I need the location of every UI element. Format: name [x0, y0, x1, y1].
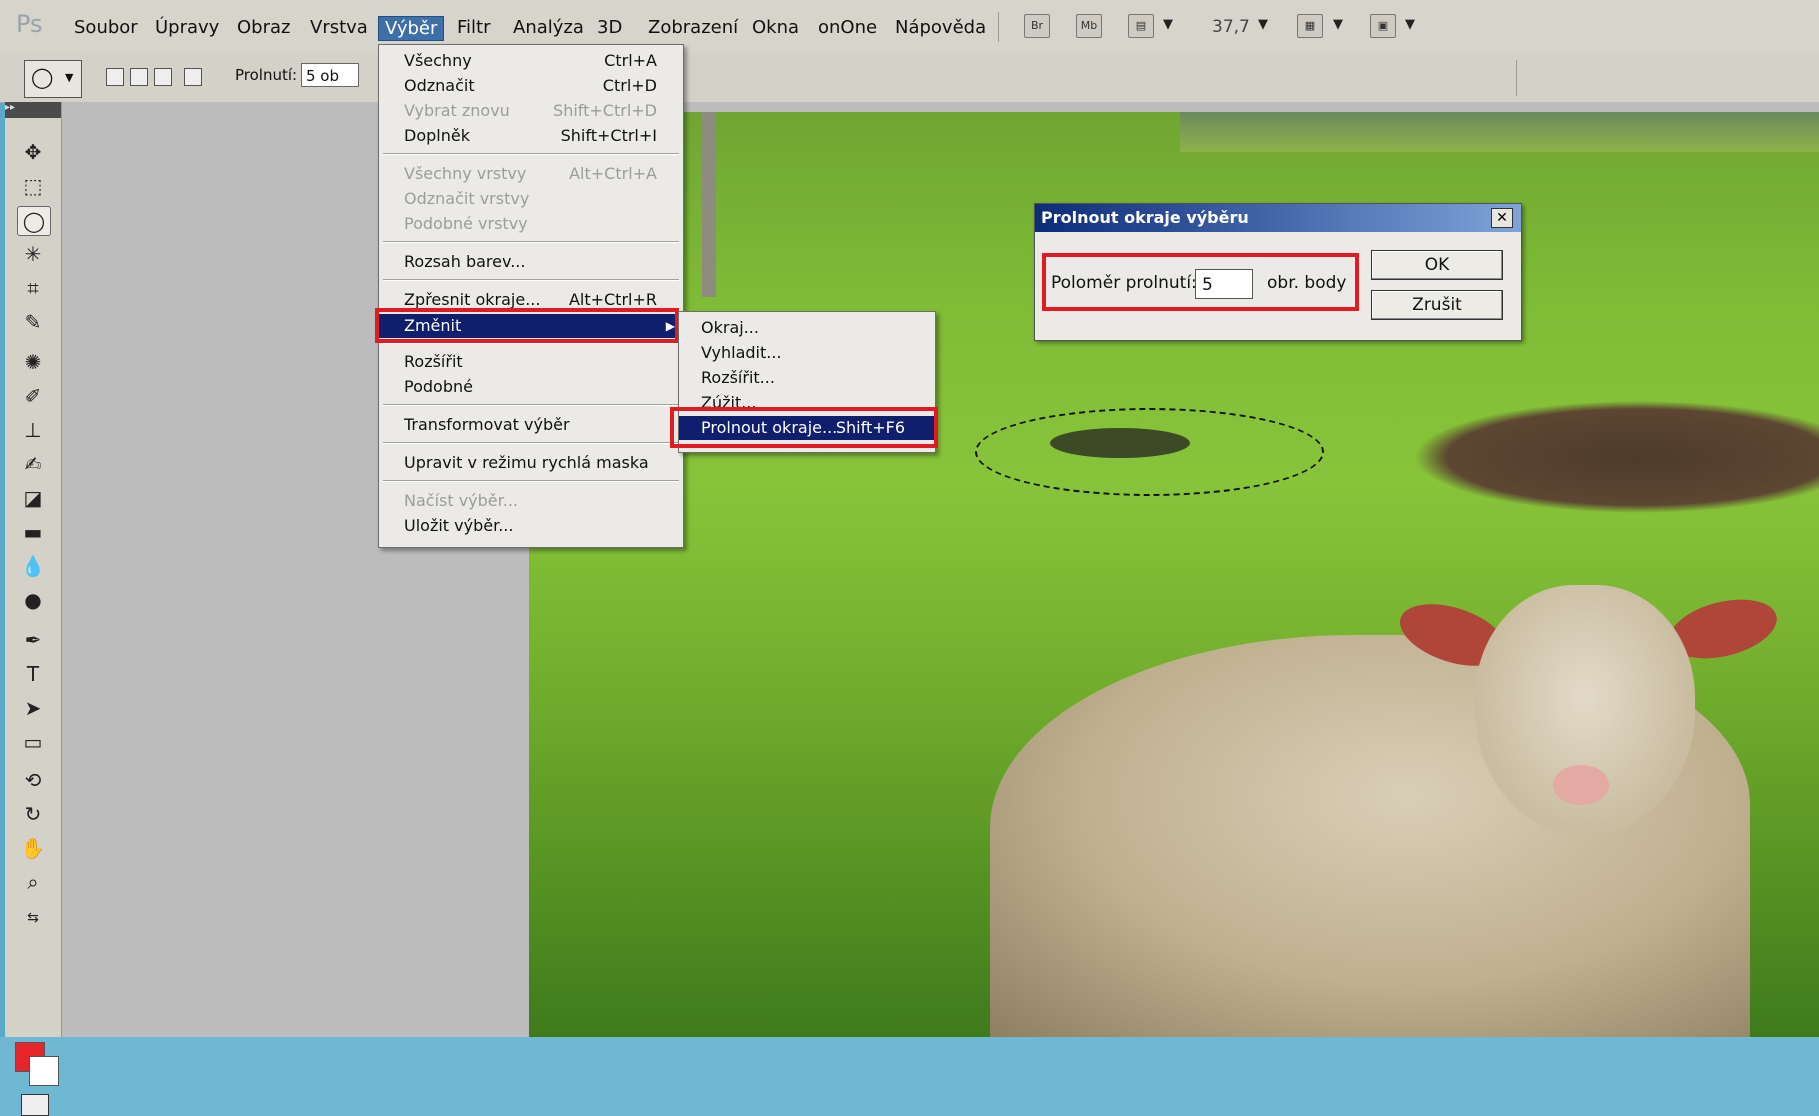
- type-tool-icon[interactable]: T: [17, 660, 49, 688]
- close-icon[interactable]: ✕: [1491, 208, 1513, 228]
- arrange-documents-icon[interactable]: ▦: [1297, 14, 1323, 38]
- menu-obraz[interactable]: Obraz: [231, 16, 296, 39]
- menu-okna[interactable]: Okna: [746, 16, 805, 39]
- menu-upravy[interactable]: Úpravy: [149, 16, 225, 39]
- tool-preset-picker[interactable]: ◯ ▼: [24, 60, 82, 98]
- path-selection-tool-icon[interactable]: ➤: [17, 694, 49, 722]
- chevron-down-icon: ▼: [65, 71, 74, 84]
- new-selection-icon[interactable]: [106, 68, 124, 86]
- healing-brush-tool-icon[interactable]: ✺: [17, 348, 49, 376]
- hand-tool-icon[interactable]: ✋: [17, 834, 49, 862]
- menu-onone[interactable]: onOne: [812, 16, 883, 39]
- 3d-orbit-tool-icon[interactable]: ↻: [17, 800, 49, 828]
- menu-separator: [383, 153, 679, 155]
- eyedropper-tool-icon[interactable]: ✎: [17, 308, 49, 336]
- gradient-tool-icon[interactable]: ▬: [17, 518, 49, 546]
- feather-label: Prolnutí:: [235, 66, 298, 84]
- shape-tool-icon[interactable]: ▭: [17, 728, 49, 756]
- ok-button[interactable]: OK: [1371, 250, 1503, 280]
- quick-selection-tool-icon[interactable]: ✳: [17, 240, 49, 268]
- add-selection-icon[interactable]: [130, 68, 148, 86]
- annotation-highlight-box: [670, 407, 938, 448]
- tools-panel: ▸▸ ✥ ⬚ ◯ ✳ ⌗ ✎ ✺ ✐ ⊥ ✍ ◪ ▬ 💧 ● ✒ T ➤ ▭ ⟲…: [5, 102, 62, 1116]
- menu-item-podobne[interactable]: Podobné: [379, 375, 683, 399]
- menu-separator: [383, 480, 679, 482]
- dialog-title: Prolnout okraje výběru: [1041, 208, 1249, 227]
- image-pole: [702, 112, 716, 297]
- marching-ants-selection[interactable]: [975, 408, 1324, 496]
- menu-separator: [383, 241, 679, 243]
- intersect-selection-icon[interactable]: [184, 68, 202, 86]
- image-hill: [1180, 112, 1819, 152]
- panel-grip[interactable]: ▸▸: [5, 102, 61, 118]
- menu-analyza[interactable]: Analýza: [507, 16, 590, 39]
- view-extras-icon[interactable]: ▤: [1128, 14, 1154, 38]
- screen-mode-icon[interactable]: ▣: [1370, 14, 1396, 38]
- chevron-down-icon[interactable]: ▼: [1333, 17, 1343, 32]
- menu-3d[interactable]: 3D: [591, 16, 628, 39]
- menu-item-vybrat-znovu: Vybrat znovu Shift+Ctrl+D: [404, 101, 657, 120]
- menu-vyber[interactable]: Výběr: [378, 16, 445, 41]
- menu-item-odznacit-vrstvy: Odznačit vrstvy: [404, 189, 530, 208]
- photoshop-logo: Ps: [16, 10, 43, 38]
- menu-separator: [383, 442, 679, 444]
- menu-item-ulozit-vyber[interactable]: Uložit výběr...: [379, 514, 683, 538]
- menu-item-podobne-vrstvy: Podobné vrstvy: [404, 214, 528, 233]
- submenu-item-okraj[interactable]: Okraj...: [679, 316, 935, 340]
- menu-filtr[interactable]: Filtr: [451, 16, 497, 39]
- menu-item-vsechny-vrstvy: Všechny vrstvy Alt+Ctrl+A: [404, 164, 657, 183]
- brush-tool-icon[interactable]: ✐: [17, 382, 49, 410]
- chevron-down-icon[interactable]: ▼: [1258, 17, 1268, 32]
- image-sheep-nose: [1553, 765, 1609, 805]
- mini-bridge-icon[interactable]: Mb: [1076, 14, 1102, 38]
- feather-input[interactable]: 5 ob: [301, 63, 359, 87]
- 3d-rotate-tool-icon[interactable]: ⟲: [17, 766, 49, 794]
- menu-item-rozsah-barev[interactable]: Rozsah barev...: [379, 250, 683, 274]
- bridge-icon[interactable]: Br: [1024, 14, 1050, 38]
- cancel-button[interactable]: Zrušit: [1371, 290, 1503, 320]
- options-bar: ◯ ▼ Prolnutí: 5 ob: [0, 54, 1819, 103]
- lasso-icon: ◯: [31, 65, 54, 89]
- menu-zobrazeni[interactable]: Zobrazení: [642, 16, 744, 39]
- crop-tool-icon[interactable]: ⌗: [17, 274, 49, 302]
- menu-item-nacist-vyber: Načíst výběr...: [404, 491, 519, 510]
- swap-colors-icon[interactable]: ⇆: [17, 904, 49, 932]
- zoom-level[interactable]: 37,7: [1212, 17, 1250, 37]
- annotation-highlight-box: [375, 308, 679, 343]
- menu-separator: [383, 404, 679, 406]
- dodge-tool-icon[interactable]: ●: [17, 586, 49, 614]
- menubar-separator: [998, 12, 999, 42]
- menu-vrstva[interactable]: Vrstva: [304, 16, 374, 39]
- submenu-item-vyhladit[interactable]: Vyhladit...: [679, 341, 935, 365]
- clone-stamp-tool-icon[interactable]: ⊥: [17, 416, 49, 444]
- subtract-selection-icon[interactable]: [154, 68, 172, 86]
- background-color-swatch[interactable]: [29, 1056, 59, 1086]
- menu-soubor[interactable]: Soubor: [68, 16, 144, 39]
- select-menu-dropdown: Všechny Ctrl+A Odznačit Ctrl+D Vybrat znov…: [378, 44, 684, 548]
- menu-bar: Ps Soubor Úpravy Obraz Vrstva Výběr Filt…: [0, 0, 1819, 55]
- eraser-tool-icon[interactable]: ◪: [17, 484, 49, 512]
- chevron-down-icon[interactable]: ▼: [1163, 17, 1173, 32]
- menu-item-transformovat-vyber[interactable]: Transformovat výběr: [379, 413, 683, 437]
- move-tool-icon[interactable]: ✥: [17, 138, 49, 166]
- pen-tool-icon[interactable]: ✒: [17, 626, 49, 654]
- menu-item-rozsirit[interactable]: Rozšířit: [379, 350, 683, 374]
- annotation-highlight-box: [1042, 253, 1359, 311]
- menu-item-doplnek[interactable]: Doplněk Shift+Ctrl+I: [379, 124, 683, 148]
- menu-item-vsechny[interactable]: Všechny Ctrl+A: [379, 49, 683, 73]
- zoom-tool-icon[interactable]: ⌕: [17, 868, 49, 896]
- lasso-tool-icon[interactable]: ◯: [17, 206, 51, 236]
- chevron-down-icon[interactable]: ▼: [1405, 17, 1415, 32]
- menu-napoveda[interactable]: Nápověda: [889, 16, 992, 39]
- submenu-item-rozsirit[interactable]: Rozšířit...: [679, 366, 935, 390]
- options-separator: [1516, 60, 1517, 96]
- history-brush-tool-icon[interactable]: ✍: [17, 450, 49, 478]
- menu-separator: [383, 279, 679, 281]
- dialog-title-bar[interactable]: Prolnout okraje výběru ✕: [1035, 204, 1521, 232]
- menu-item-rychla-maska[interactable]: Upravit v režimu rychlá maska: [379, 451, 683, 475]
- quick-mask-icon[interactable]: [21, 1094, 49, 1116]
- blur-tool-icon[interactable]: 💧: [17, 552, 49, 580]
- menu-item-odznacit[interactable]: Odznačit Ctrl+D: [379, 74, 683, 98]
- marquee-tool-icon[interactable]: ⬚: [17, 172, 49, 200]
